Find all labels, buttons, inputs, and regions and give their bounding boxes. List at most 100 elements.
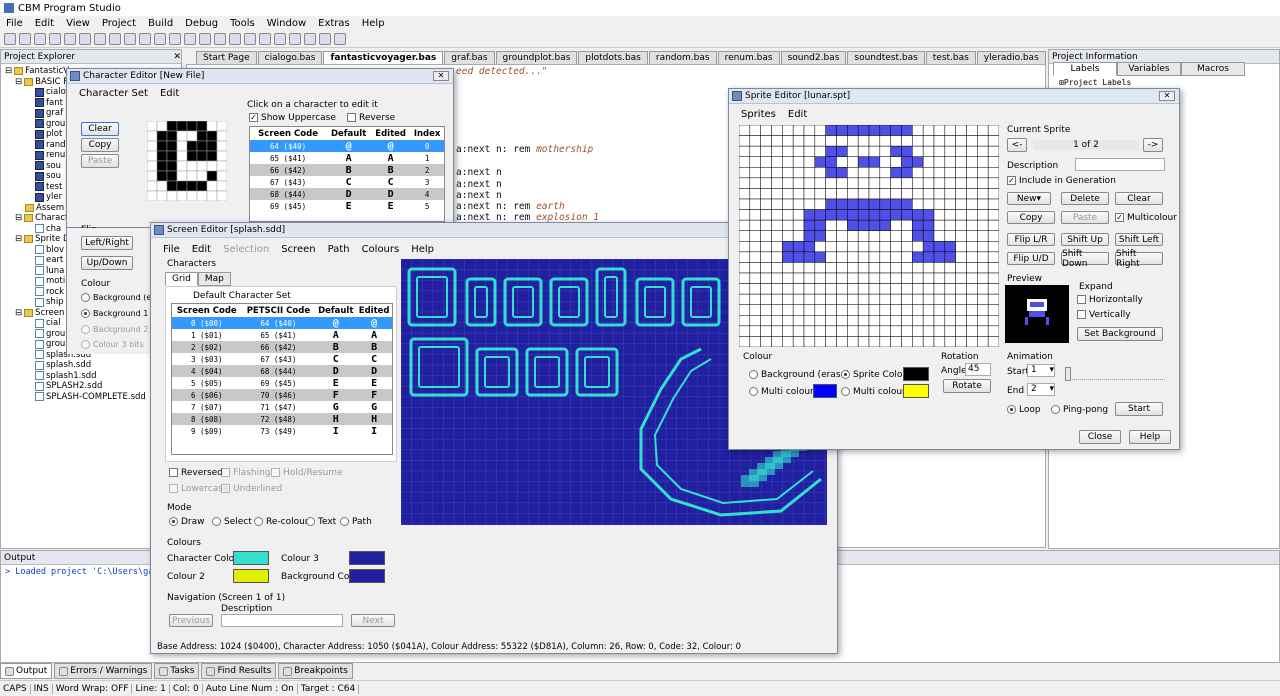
anim-speed-slider[interactable] bbox=[1065, 367, 1165, 381]
save-icon[interactable] bbox=[34, 32, 46, 45]
tab-macros[interactable]: Macros bbox=[1181, 62, 1245, 76]
sprite-pixel-grid[interactable] bbox=[739, 125, 999, 347]
table-row[interactable]: 7 ($07) 71 ($47) G G bbox=[172, 401, 392, 413]
indent-icon[interactable] bbox=[259, 32, 271, 45]
expand-horizontal-checkbox[interactable] bbox=[1077, 295, 1086, 304]
run-icon[interactable] bbox=[214, 32, 226, 45]
copy-icon[interactable] bbox=[124, 32, 136, 45]
outdent-icon[interactable] bbox=[274, 32, 286, 45]
build-icon[interactable] bbox=[304, 32, 316, 45]
character-colour-swatch[interactable] bbox=[233, 551, 269, 565]
tab-breakpoints[interactable]: Breakpoints bbox=[278, 663, 353, 679]
include-generation-checkbox[interactable]: ✓ bbox=[1007, 176, 1016, 185]
flip-left-right-button[interactable]: Left/Right bbox=[81, 236, 133, 250]
sprite-colour-radio[interactable] bbox=[841, 370, 850, 379]
mode-text-radio[interactable] bbox=[306, 517, 315, 526]
delete-sprite-button[interactable]: Delete bbox=[1061, 192, 1109, 205]
next-sprite-button[interactable]: -> bbox=[1143, 138, 1163, 152]
ping-pong-radio[interactable] bbox=[1051, 405, 1060, 414]
tab-test[interactable]: test.bas bbox=[925, 51, 976, 65]
anim-start-select[interactable]: 1 ▾ bbox=[1027, 364, 1055, 377]
rotate-button[interactable]: Rotate bbox=[943, 379, 991, 393]
menu-edit[interactable]: Edit bbox=[29, 18, 60, 29]
background-colour-swatch[interactable] bbox=[349, 569, 385, 583]
prev-sprite-button[interactable]: <- bbox=[1007, 138, 1027, 152]
anim-end-select[interactable]: 2 ▾ bbox=[1027, 383, 1055, 396]
project-labels-node[interactable]: ⊞Project Labels bbox=[1059, 78, 1131, 87]
flip-ud-button[interactable]: Flip U/D bbox=[1007, 252, 1055, 265]
background2-radio[interactable] bbox=[81, 325, 90, 334]
tab-yleradio[interactable]: yleradio.bas bbox=[976, 51, 1046, 65]
save-all-icon[interactable] bbox=[49, 32, 61, 45]
tab-tasks[interactable]: Tasks bbox=[154, 663, 200, 679]
loop-radio[interactable] bbox=[1007, 405, 1016, 414]
clear-sprite-button[interactable]: Clear bbox=[1115, 192, 1163, 205]
tab-random[interactable]: random.bas bbox=[648, 51, 717, 65]
sprite-description-input[interactable] bbox=[1075, 158, 1165, 171]
bin-icon[interactable] bbox=[79, 32, 91, 45]
tree-item[interactable]: SPLASH2.sdd bbox=[5, 381, 146, 392]
settings-icon[interactable] bbox=[319, 32, 331, 45]
mode-path-radio[interactable] bbox=[340, 517, 349, 526]
tree-item[interactable]: splash.sdd bbox=[5, 360, 146, 371]
paste-button[interactable]: Paste bbox=[81, 154, 119, 168]
close-icon[interactable]: ✕ bbox=[433, 71, 449, 81]
table-row[interactable]: 69 ($45) E E 5 bbox=[250, 200, 444, 212]
menu-selection[interactable]: Selection bbox=[217, 244, 275, 255]
tab-output[interactable]: Output bbox=[0, 663, 53, 679]
tree-item[interactable]: SPLASH-COMPLETE.sdd bbox=[5, 392, 146, 403]
anim-start-button[interactable]: Start bbox=[1115, 402, 1163, 416]
clear-button[interactable]: Clear bbox=[81, 122, 119, 136]
table-row[interactable]: 5 ($05) 69 ($45) E E bbox=[172, 377, 392, 389]
print-icon[interactable] bbox=[64, 32, 76, 45]
table-row[interactable]: 65 ($41) A A 1 bbox=[250, 152, 444, 164]
table-row[interactable]: 2 ($02) 66 ($42) B B bbox=[172, 341, 392, 353]
character-editor-titlebar[interactable]: Character Editor [New File] ✕ bbox=[67, 69, 453, 84]
menu-help[interactable]: Help bbox=[356, 18, 391, 29]
menu-view[interactable]: View bbox=[60, 18, 96, 29]
sprite-editor-titlebar[interactable]: Sprite Editor [lunar.spt] ✕ bbox=[729, 89, 1179, 104]
open-folder-icon[interactable] bbox=[19, 32, 31, 45]
reverse-checkbox[interactable] bbox=[347, 113, 356, 122]
bas-icon[interactable] bbox=[94, 32, 106, 45]
tab-map[interactable]: Map bbox=[197, 272, 231, 286]
bookmark-icon[interactable] bbox=[199, 32, 211, 45]
mode-draw-radio[interactable] bbox=[169, 517, 178, 526]
tree-item[interactable]: splash1.sdd bbox=[5, 371, 146, 382]
new-file-icon[interactable] bbox=[4, 32, 16, 45]
shift-left-button[interactable]: Shift Left bbox=[1115, 233, 1163, 246]
menu-colours[interactable]: Colours bbox=[356, 244, 406, 255]
tab-find-results[interactable]: Find Results bbox=[201, 663, 277, 679]
angle-input[interactable]: 45 bbox=[965, 363, 991, 376]
table-row[interactable]: 66 ($42) B B 2 bbox=[250, 164, 444, 176]
stop-icon[interactable] bbox=[244, 32, 256, 45]
tab-renum[interactable]: renum.bas bbox=[717, 51, 780, 65]
multicolour-checkbox[interactable]: ✓ bbox=[1115, 213, 1124, 222]
multi-colour2-radio[interactable] bbox=[841, 387, 850, 396]
show-uppercase-checkbox[interactable]: ✓ bbox=[249, 113, 258, 122]
menu-edit[interactable]: Edit bbox=[154, 88, 185, 99]
colour3-radio[interactable] bbox=[81, 340, 90, 349]
paste-icon[interactable] bbox=[139, 32, 151, 45]
expand-vertical-checkbox[interactable] bbox=[1077, 310, 1086, 319]
menu-extras[interactable]: Extras bbox=[312, 18, 356, 29]
character-pixel-grid[interactable] bbox=[147, 121, 227, 201]
menu-tools[interactable]: Tools bbox=[224, 18, 261, 29]
table-row[interactable]: 64 ($40) @ @0 bbox=[250, 140, 444, 152]
shift-down-button[interactable]: Shift Down bbox=[1061, 249, 1109, 269]
tab-variables[interactable]: Variables bbox=[1117, 62, 1181, 76]
tab-plotdots[interactable]: plotdots.bas bbox=[578, 51, 648, 65]
table-row[interactable]: 1 ($01) 65 ($41) A A bbox=[172, 329, 392, 341]
menu-debug[interactable]: Debug bbox=[179, 18, 224, 29]
tab-fantasticvoyager[interactable]: fantasticvoyager.bas bbox=[323, 51, 444, 65]
help-button[interactable]: Help bbox=[1129, 430, 1171, 444]
menu-character-set[interactable]: Character Set bbox=[73, 88, 154, 99]
menu-build[interactable]: Build bbox=[142, 18, 179, 29]
paste-sprite-button[interactable]: Paste bbox=[1061, 211, 1109, 224]
flashing-checkbox[interactable] bbox=[221, 468, 230, 477]
find-icon[interactable] bbox=[184, 32, 196, 45]
multi-colour1-radio[interactable] bbox=[749, 387, 758, 396]
tab-labels[interactable]: Labels bbox=[1053, 62, 1117, 76]
colour3-swatch[interactable] bbox=[349, 551, 385, 565]
background1-radio[interactable] bbox=[81, 309, 90, 318]
